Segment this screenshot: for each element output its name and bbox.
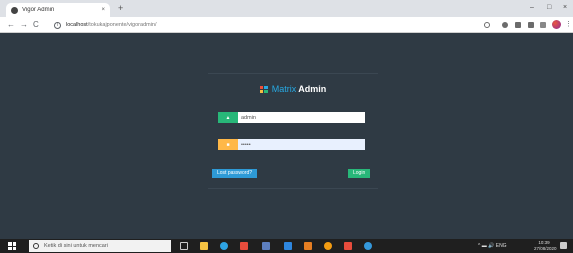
brand-name-part-2: Admin	[298, 84, 327, 94]
clock-date: 27/08/2020	[534, 246, 557, 251]
file-explorer-icon[interactable]	[200, 242, 208, 250]
browser-tab-bar: Vigor Admin × + – □ ×	[0, 0, 573, 17]
windows-start-icon[interactable]	[8, 242, 16, 250]
address-bar[interactable]: i localhost /tokukajponente/vigoradmin/	[54, 19, 474, 31]
password-input[interactable]	[238, 139, 365, 150]
url-host: localhost	[66, 22, 88, 28]
xampp-icon[interactable]	[344, 242, 352, 250]
user-icon: ▲	[218, 112, 238, 123]
tab-title: Vigor Admin	[22, 7, 55, 13]
browser-tab[interactable]: Vigor Admin ×	[6, 3, 110, 17]
os-taskbar: Ketik di sini untuk mencari ^ ▬ 🔊 ENG 10…	[0, 239, 573, 253]
chrome-icon[interactable]	[324, 242, 332, 250]
store-icon[interactable]	[262, 242, 270, 250]
username-field: ▲	[218, 112, 365, 123]
app-icon-red[interactable]	[240, 242, 248, 250]
browser-app-icon[interactable]	[364, 242, 372, 250]
browser-toolbar: ← → C i localhost /tokukajponente/vigora…	[0, 17, 573, 33]
taskbar-clock[interactable]: 10:39 27/08/2020	[534, 240, 557, 252]
login-button[interactable]: Login	[348, 169, 371, 178]
app-icon-orange[interactable]	[304, 242, 312, 250]
edge-icon[interactable]	[220, 242, 228, 250]
profile-avatar-icon[interactable]	[552, 20, 561, 29]
back-button[interactable]: ←	[7, 20, 15, 30]
password-field: ■	[218, 139, 365, 150]
extension-grid-icon[interactable]	[515, 22, 521, 28]
brand-logo: Matrix Admin	[208, 84, 378, 94]
new-tab-button[interactable]: +	[118, 3, 123, 13]
taskbar-search-placeholder: Ketik di sini untuk mencari	[44, 243, 108, 249]
mail-icon[interactable]	[284, 242, 292, 250]
login-form: Matrix Admin ▲ ■ Lost password? Login	[208, 73, 378, 189]
info-icon[interactable]: i	[54, 21, 61, 29]
minimize-button[interactable]: –	[530, 3, 534, 13]
login-page: Matrix Admin ▲ ■ Lost password? Login	[0, 33, 573, 239]
windows-logo-icon	[259, 85, 268, 93]
forward-button[interactable]: →	[20, 20, 28, 30]
media-icon[interactable]	[540, 22, 546, 28]
url-path: /tokukajponente/vigoradmin/	[87, 22, 157, 28]
taskbar-search[interactable]: Ketik di sini untuk mencari	[29, 240, 171, 252]
tab-close-icon[interactable]: ×	[101, 7, 105, 13]
username-input[interactable]	[238, 112, 365, 123]
maximize-button[interactable]: □	[547, 3, 551, 13]
brand-name-part-1: Matrix	[271, 84, 297, 94]
system-tray[interactable]: ^ ▬ 🔊 ENG	[478, 242, 507, 250]
extension-shield-icon[interactable]	[502, 22, 508, 28]
extension-puzzle-icon[interactable]	[528, 22, 534, 28]
lost-password-button[interactable]: Lost password?	[212, 169, 258, 178]
window-close-button[interactable]: ×	[563, 3, 567, 13]
notification-icon[interactable]	[560, 242, 567, 249]
browser-menu-icon[interactable]: ⋮	[565, 20, 572, 29]
task-view-icon[interactable]	[180, 242, 188, 250]
lock-icon: ■	[218, 139, 238, 150]
reload-button[interactable]: C	[33, 20, 39, 30]
favicon-icon	[11, 6, 18, 14]
search-icon	[33, 243, 39, 249]
star-icon[interactable]	[484, 22, 490, 28]
